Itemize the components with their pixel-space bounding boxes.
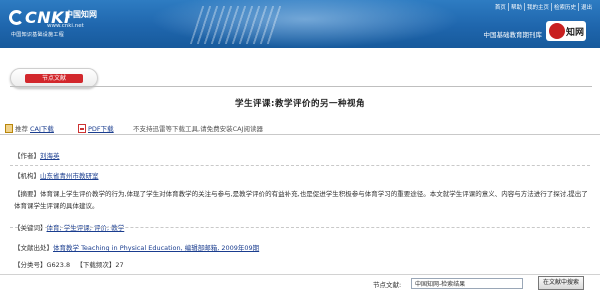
zhiwang-logo[interactable]: 知网	[546, 21, 586, 41]
class-value: G623.8	[46, 261, 71, 269]
caj-prefix: 推荐	[15, 125, 28, 133]
separator-2	[10, 227, 590, 228]
abstract-block: 【摘要】体育课上学生评价教学的行为,体现了学生对体育教学的关注与参与,是教学评价…	[14, 188, 589, 212]
top-link-home[interactable]: 首页	[493, 3, 508, 11]
caj-download-link[interactable]: CAJ下载	[30, 123, 54, 133]
logo-tagline: 中国知识基础设施工程	[11, 32, 65, 38]
top-link-logout[interactable]: 退出	[577, 3, 594, 11]
org-link[interactable]: 山东省青州市教研室	[40, 172, 99, 180]
keywords-label: 【关键词】	[14, 224, 47, 232]
database-title: 中国基础教育期刊库	[483, 31, 543, 39]
article-title: 学生评课:教学评价的另一种视角	[235, 99, 365, 109]
top-link-history[interactable]: 检索历史	[550, 3, 578, 11]
author-link[interactable]: 刘海英	[40, 152, 60, 160]
pdf-icon	[78, 123, 86, 133]
top-link-my-page[interactable]: 我的主页	[523, 3, 551, 11]
download-note: 不支持迅雷等下载工具,请免费安装CAJ阅读器	[133, 123, 263, 133]
logo-cn: 中国知网	[65, 10, 97, 19]
abstract-text: 体育课上学生评价教学的行为,体现了学生对体育教学的关注与参与,是教学评价的有益补…	[14, 190, 588, 210]
author-label: 【作者】	[14, 152, 40, 160]
source-label: 【文献出处】	[14, 244, 53, 252]
separator-1	[10, 165, 590, 166]
search-label: 节点文献:	[373, 281, 402, 289]
zhiwang-logo-text: 知网	[566, 28, 585, 38]
pdf-download[interactable]: PDF下载	[78, 123, 114, 133]
top-link-help[interactable]: 帮助	[507, 3, 524, 11]
downloads-value: 27	[115, 261, 124, 269]
node-doc-badge: 节点文献	[10, 68, 98, 88]
author-row: 【作者】刘海英	[14, 150, 60, 160]
divider	[10, 86, 592, 87]
top-links: 首页 帮助 我的主页 检索历史 退出	[493, 3, 594, 11]
class-row: 【分类号】G623.8 【下载频次】27	[14, 259, 124, 269]
footer-divider	[0, 274, 600, 275]
org-label: 【机构】	[14, 172, 40, 180]
download-toolbar: 推荐 CAJ下载 PDF下载 不支持迅雷等下载工具,请免费安装CAJ阅读器	[0, 119, 600, 135]
search-input[interactable]	[411, 278, 523, 289]
seal-icon	[549, 23, 565, 39]
source-row: 【文献出处】体育教学 Teaching in Physical Educatio…	[14, 242, 259, 252]
caj-download[interactable]: 推荐 CAJ下载	[5, 123, 54, 133]
keywords-links[interactable]: 体育; 学生评课; 评价; 教学	[47, 224, 125, 232]
node-doc-label: 节点文献	[25, 74, 83, 83]
header-decoration	[189, 6, 283, 44]
top-header: CNKI 中国知网 www.cnki.net 中国知识基础设施工程 首页 帮助 …	[0, 0, 600, 48]
downloads-label: 【下载频次】	[76, 261, 116, 269]
cnki-logo[interactable]: CNKI 中国知网 www.cnki.net 中国知识基础设施工程	[9, 8, 121, 38]
search-button[interactable]: 在文献中搜索	[538, 276, 584, 290]
logo-ring-icon	[9, 10, 24, 25]
logo-url: www.cnki.net	[47, 23, 84, 29]
download-note-text: 不支持迅雷等下载工具,请免费安装CAJ阅读器	[133, 125, 263, 133]
source-link[interactable]: 体育教学 Teaching in Physical Education, 编辑部…	[53, 244, 259, 252]
pdf-download-link[interactable]: PDF下载	[88, 123, 114, 133]
caj-icon	[5, 123, 13, 133]
abstract-label: 【摘要】	[14, 190, 40, 198]
class-label: 【分类号】	[14, 261, 47, 269]
org-row: 【机构】山东省青州市教研室	[14, 170, 99, 180]
